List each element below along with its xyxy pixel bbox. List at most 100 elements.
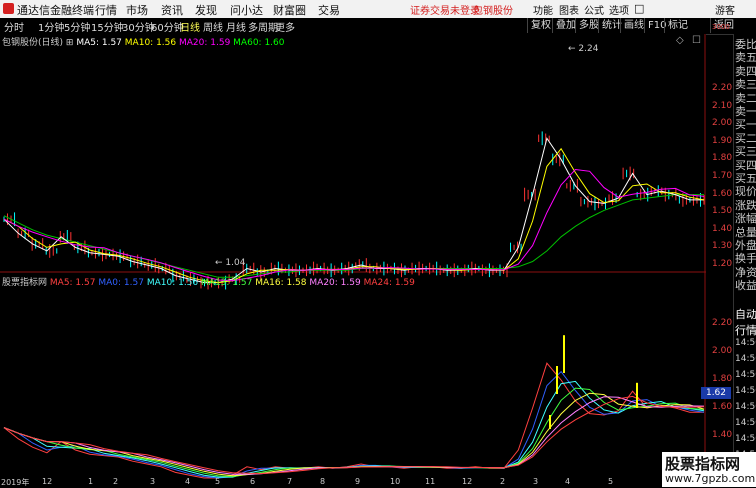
- fuquan-button[interactable]: 复权: [527, 18, 554, 33]
- menu-right-gongneng[interactable]: 功能: [533, 2, 553, 17]
- price-tick: 2.20: [712, 83, 733, 93]
- tick-time-label: 行情: [735, 324, 756, 337]
- ma10-value: MA10: 1.56: [124, 38, 177, 48]
- low-price-label: ← 1.04: [215, 258, 246, 268]
- chart-header: 包钢股份(日线) ⊞ MA5: 1.57 MA10: 1.56 MA20: 1.…: [2, 38, 285, 48]
- period-30min[interactable]: 30分钟: [122, 19, 155, 34]
- x-tick-label: 6: [250, 477, 256, 486]
- x-tick-label: 9: [355, 477, 361, 486]
- menu-right-gongshi[interactable]: 公式: [584, 2, 604, 17]
- x-tick-label: 11: [425, 477, 436, 486]
- indicator-title: 股票指标网: [2, 278, 48, 288]
- tick-time-label: 14:50: [735, 402, 756, 412]
- x-tick-label: 10: [390, 477, 401, 486]
- menu-right-xuanxiang[interactable]: 选项: [609, 2, 629, 17]
- ind-ma20-value: MA20: 1.59: [309, 278, 361, 288]
- x-tick-label: 7: [287, 477, 293, 486]
- price-tick: 1.70: [712, 171, 733, 181]
- x-tick-label: 4: [565, 477, 571, 486]
- date-axis: 2019年 12 1 2 3 4 5 6 7 8 9 10 11 12 2 3 4 5: [0, 477, 706, 487]
- period-toolbar: 分时 1分钟 5分钟 15分钟 30分钟 60分钟 日线 周线 月线 多周期 更…: [0, 18, 756, 35]
- ind-ma0-value: MA0: 1.57: [98, 278, 144, 288]
- menu-item-hangqing[interactable]: 行情: [95, 2, 117, 18]
- x-tick-label: 2: [113, 477, 119, 486]
- period-15min[interactable]: 15分钟: [91, 19, 124, 34]
- menu-item-faxian[interactable]: 发现: [195, 2, 217, 18]
- indicator-tick: 2.00: [712, 346, 733, 356]
- x-tick-label: 2: [500, 477, 506, 486]
- x-tick-label: 8: [320, 477, 326, 486]
- period-more[interactable]: 更多: [275, 19, 295, 34]
- ind-ma16-value: MA16: 1.58: [255, 278, 307, 288]
- period-fenshi[interactable]: 分时: [4, 19, 24, 34]
- chart-close-icon[interactable]: ☐: [692, 35, 701, 46]
- menu-right-tubiao[interactable]: 图表: [559, 2, 579, 17]
- indicator-tick: 1.40: [712, 430, 733, 440]
- draw-line-button[interactable]: 画线: [620, 18, 647, 33]
- stock-tag[interactable]: 包钢股份: [473, 2, 513, 17]
- indicator-tick: 1.80: [712, 374, 733, 384]
- kline-chart[interactable]: [0, 34, 706, 480]
- tick-time-label[interactable]: 自动: [735, 306, 756, 322]
- price-tick: 2.00: [712, 118, 733, 129]
- window-restore-icon[interactable]: □: [634, 2, 644, 15]
- price-tick: 1.50: [712, 206, 733, 217]
- menu-item-caifuquan[interactable]: 财富圈: [273, 2, 306, 18]
- ind-ma13-value: MA13: 1.57: [201, 278, 253, 288]
- ind-ma10-value: MA10: 1.56: [146, 278, 199, 288]
- menu-item-wenxiaoda[interactable]: 问小达: [230, 2, 263, 18]
- x-tick-label: 3: [150, 477, 156, 486]
- menu-item-zixun[interactable]: 资讯: [161, 2, 183, 18]
- x-tick-label: 5: [608, 477, 614, 486]
- quote-label: 收益: [735, 279, 756, 293]
- chart-diamond-icon[interactable]: ◇: [676, 35, 684, 46]
- price-tick: 1.20: [712, 259, 733, 269]
- watermark-title: 股票指标网: [665, 455, 741, 473]
- login-notice[interactable]: 证券交易未登录: [410, 2, 480, 17]
- ind-ma24-value: MA24: 1.59: [363, 278, 415, 288]
- indicator-tick: 2.20: [712, 318, 733, 328]
- price-tick: 2.10: [712, 100, 733, 111]
- tick-time-label: 14:50: [735, 338, 756, 348]
- price-tick: 1.90: [712, 135, 733, 146]
- x-tick-label: 12: [42, 477, 53, 486]
- chart-title: 包钢股份(日线): [2, 38, 64, 48]
- period-daily[interactable]: 日线: [180, 19, 200, 34]
- tick-time-label: 14:50: [735, 354, 756, 364]
- mark-button[interactable]: 标记: [664, 18, 691, 33]
- right-quote-panel: 委比 卖五 卖四 卖三 卖二 卖一 买一 买二 买三 买四 买五 现价 涨跌 涨幅 总量 外盘 换手 净资 收益 自动…: [733, 34, 756, 480]
- menu-item-jiaoyi[interactable]: 交易: [318, 2, 340, 18]
- price-tick: 1.60: [712, 188, 733, 199]
- x-tick-label: 1: [88, 477, 94, 486]
- period-weekly[interactable]: 周线: [203, 19, 223, 34]
- top-label: 3000: [712, 23, 730, 31]
- x-tick-label: 4: [185, 477, 191, 486]
- menu-bar: 通达信金融终端 行情 市场 资讯 发现 问小达 财富圈 交易 证券交易未登录 包…: [0, 0, 756, 18]
- tick-time-label: 14:50: [735, 418, 756, 428]
- x-tick-label: 5: [215, 477, 221, 486]
- ma60-value: MA60: 1.60: [233, 38, 285, 48]
- ma5-value: MA5: 1.57: [76, 38, 122, 48]
- period-monthly[interactable]: 月线: [226, 19, 246, 34]
- x-tick-label: 3: [533, 477, 539, 486]
- guest-label[interactable]: 游客: [715, 2, 735, 17]
- current-value-badge: 1.62: [701, 387, 731, 399]
- indicator-header: 股票指标网 MA5: 1.57 MA0: 1.57 MA10: 1.56 MA1…: [2, 275, 415, 288]
- price-tick: 1.40: [712, 223, 733, 234]
- price-tick: 1.80: [712, 153, 733, 164]
- period-60min[interactable]: 60分钟: [151, 19, 184, 34]
- tick-time-label: 14:50: [735, 386, 756, 396]
- ind-ma5-value: MA5: 1.57: [49, 278, 96, 288]
- period-5min[interactable]: 5分钟: [64, 19, 90, 34]
- indicator-tick: 1.60: [712, 402, 733, 412]
- period-multi[interactable]: 多周期: [248, 19, 278, 34]
- tick-time-label: 14:50: [735, 434, 756, 444]
- x-tick-label: 2019年: [1, 478, 30, 487]
- app-logo-icon: [3, 3, 14, 14]
- tick-time-label: 14:50: [735, 370, 756, 380]
- menu-item-shichang[interactable]: 市场: [126, 2, 148, 18]
- watermark: 股票指标网 www.7gpzb.com: [662, 452, 756, 487]
- ma20-value: MA20: 1.59: [178, 38, 231, 48]
- high-price-label: ← 2.24: [568, 44, 599, 54]
- period-1min[interactable]: 1分钟: [38, 19, 64, 34]
